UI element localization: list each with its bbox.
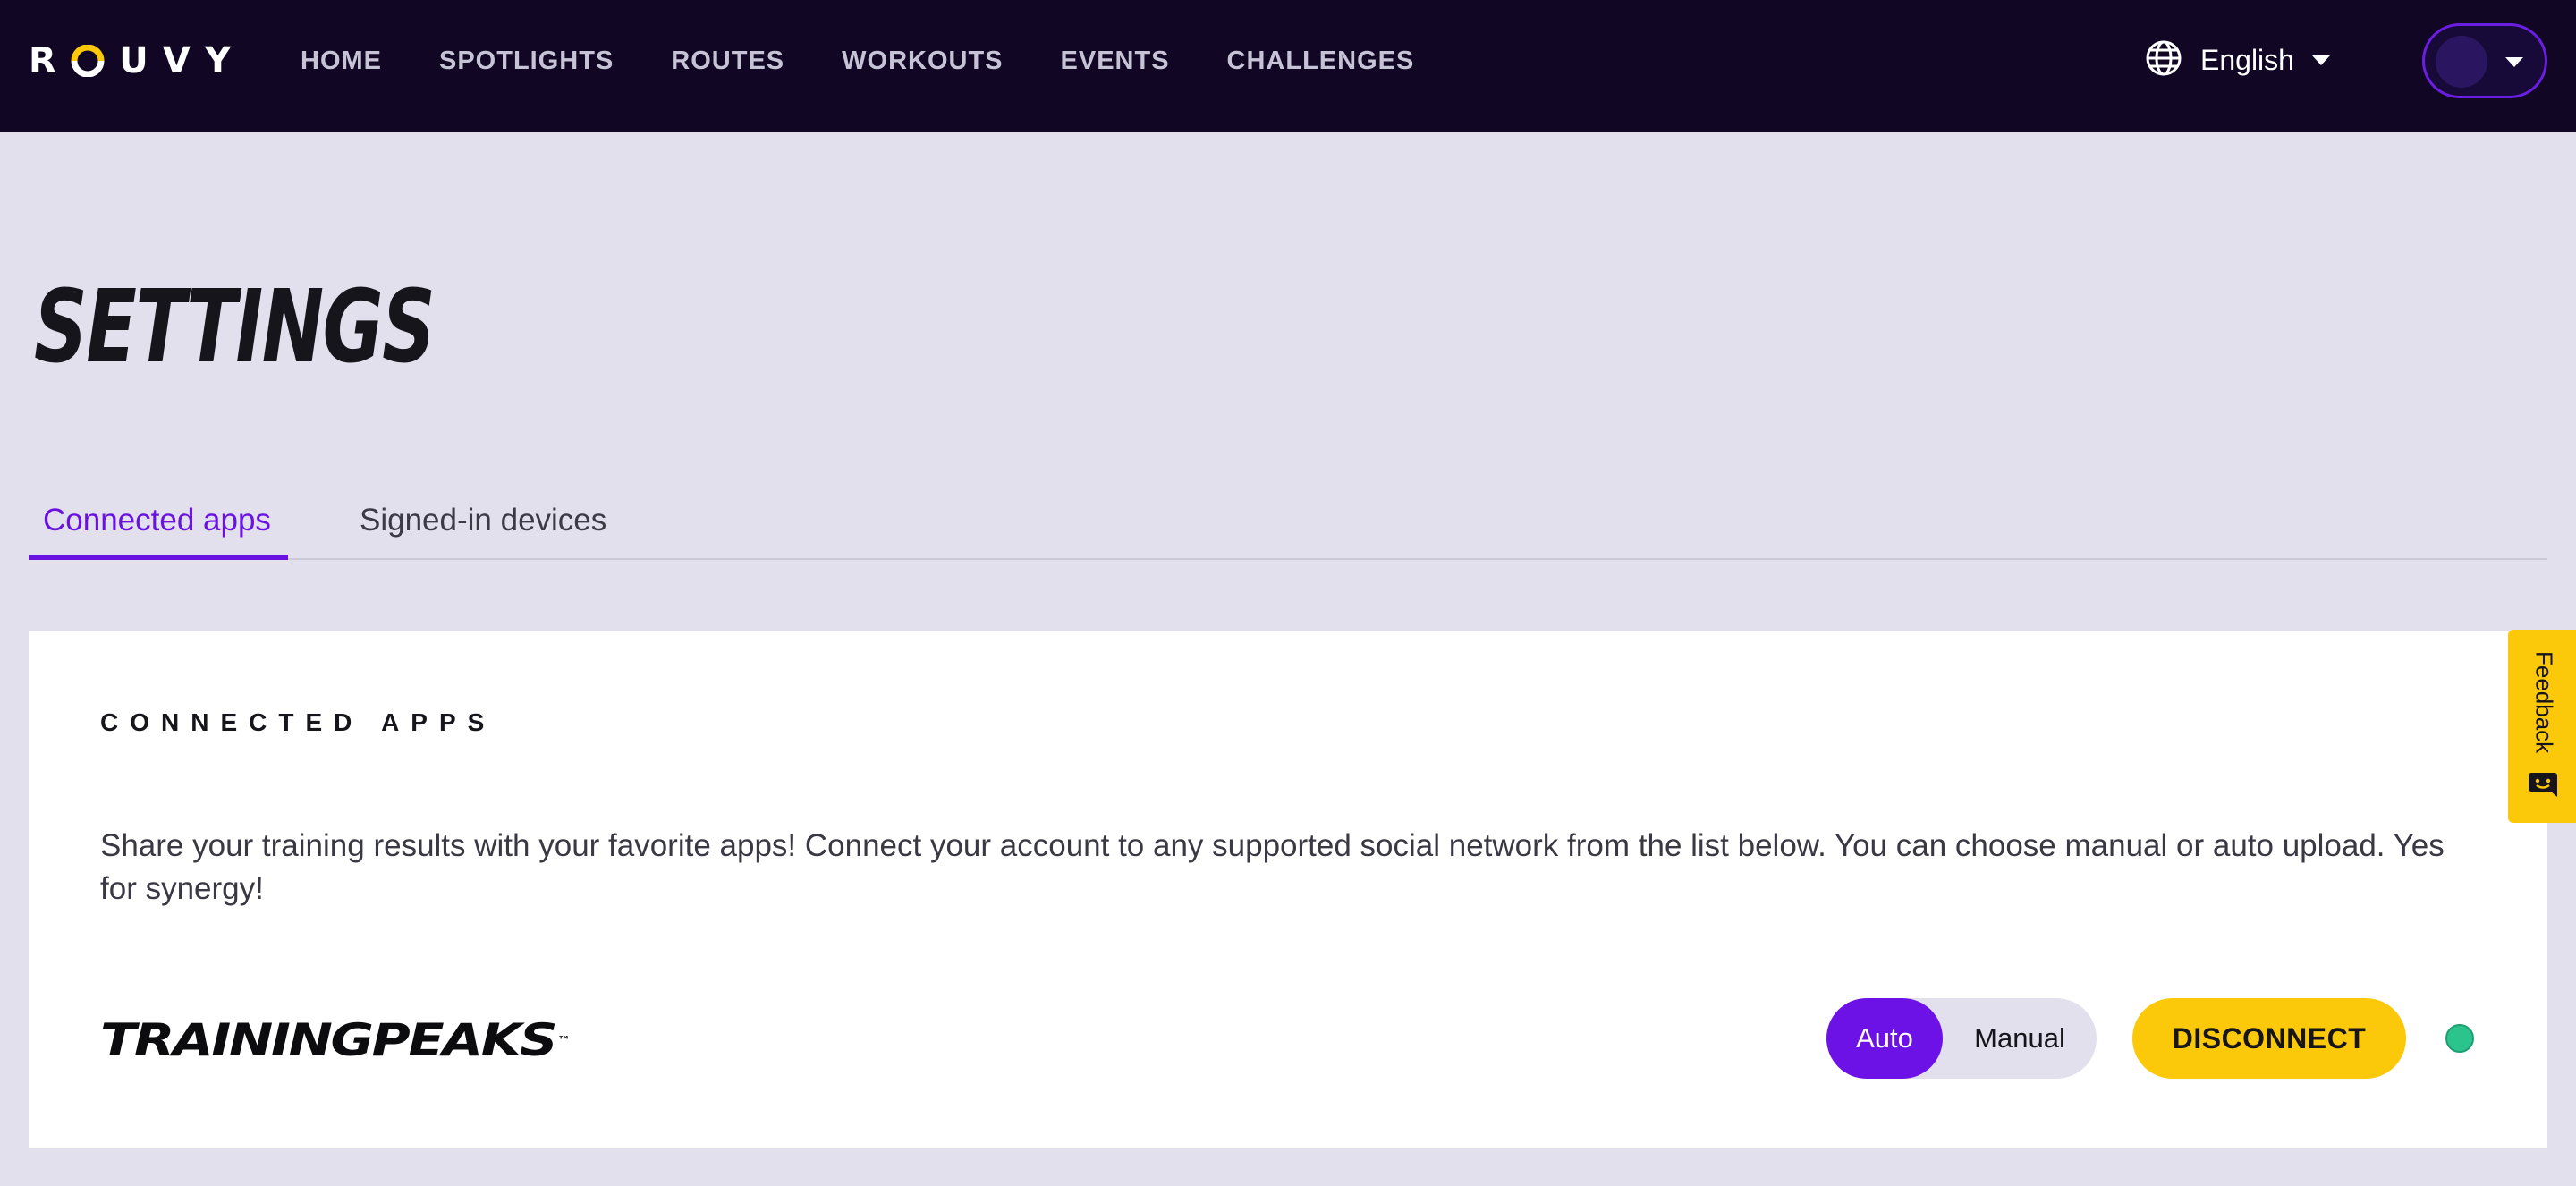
disconnect-button[interactable]: DISCONNECT xyxy=(2132,998,2406,1079)
nav-spotlights[interactable]: SPOTLIGHTS xyxy=(439,47,614,76)
connection-status-indicator xyxy=(2445,1024,2474,1053)
tab-connected-apps[interactable]: Connected apps xyxy=(29,483,288,560)
language-selector[interactable]: English xyxy=(2145,39,2330,80)
globe-icon xyxy=(2145,39,2182,80)
top-navigation-bar: R U V Y HOME SPOTLIGHTS ROUTES WORKOUTS … xyxy=(0,0,2576,132)
avatar xyxy=(2436,36,2487,88)
logo-letter: U xyxy=(119,40,148,81)
language-label: English xyxy=(2200,43,2294,76)
chat-icon xyxy=(2528,771,2558,798)
feedback-tab[interactable]: Feedback xyxy=(2508,630,2576,823)
tab-label: Connected apps xyxy=(43,503,271,538)
chevron-down-icon xyxy=(2505,57,2523,67)
upload-mode-auto[interactable]: Auto xyxy=(1826,998,1943,1079)
logo-o-mark xyxy=(71,44,105,78)
nav-home[interactable]: HOME xyxy=(301,47,382,76)
logo-letter: V xyxy=(162,40,191,81)
nav-events[interactable]: EVENTS xyxy=(1061,47,1170,76)
account-menu-button[interactable] xyxy=(2422,23,2547,98)
feedback-label: Feedback xyxy=(2530,651,2558,754)
logo-letter: Y xyxy=(205,40,231,81)
settings-tabs: Connected apps Signed-in devices xyxy=(29,465,2547,560)
tab-label: Signed-in devices xyxy=(360,503,607,538)
section-description: Share your training results with your fa… xyxy=(100,828,2445,906)
upload-mode-manual[interactable]: Manual xyxy=(1943,998,2097,1079)
nav-workouts[interactable]: WORKOUTS xyxy=(842,47,1003,76)
rouvy-logo[interactable]: R U V Y xyxy=(29,40,231,81)
trademark-mark: ™ xyxy=(557,1034,571,1046)
page-title: SETTINGS xyxy=(34,269,436,385)
upload-mode-toggle: Auto Manual xyxy=(1826,998,2097,1079)
app-row-trainingpeaks: TRAININGPEAKS ™ Auto Manual DISCONNECT xyxy=(100,998,2479,1079)
main-nav: HOME SPOTLIGHTS ROUTES WORKOUTS EVENTS C… xyxy=(301,41,1414,80)
trainingpeaks-logo: TRAININGPEAKS ™ xyxy=(100,1018,571,1063)
nav-routes[interactable]: ROUTES xyxy=(671,47,784,76)
nav-challenges[interactable]: CHALLENGES xyxy=(1227,47,1415,76)
section-heading: CONNECTED APPS xyxy=(100,708,496,736)
logo-letter: R xyxy=(29,40,56,81)
connected-apps-card: CONNECTED APPS Share your training resul… xyxy=(29,631,2547,1148)
app-logo-text: TRAININGPEAKS xyxy=(100,1014,558,1066)
chevron-down-icon xyxy=(2311,55,2330,65)
